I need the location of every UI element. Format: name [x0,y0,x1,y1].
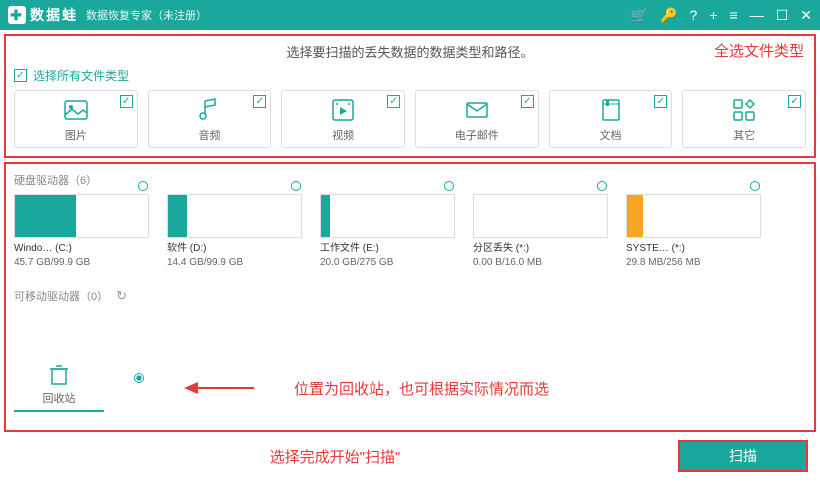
app-logo: ✚ 数据蛙 [8,5,78,25]
checkbox-icon: ✓ [521,95,534,108]
type-label: 文档 [600,127,622,143]
type-icon [63,97,89,123]
drive-0[interactable]: Windo… (C:)45.7 GB/99.9 GB [14,194,149,270]
type-icon [731,97,757,123]
maximize-icon[interactable]: ☐ [776,7,789,24]
recycle-radio-selected[interactable] [134,373,144,383]
checkbox-icon: ✓ [788,95,801,108]
refresh-icon[interactable]: ↻ [116,288,127,304]
type-card-4[interactable]: ✓ 文档 [549,90,673,148]
drive-1[interactable]: 软件 (D:)14.4 GB/99.9 GB [167,194,302,270]
type-label: 其它 [733,127,755,143]
type-icon [598,97,624,123]
drive-usage: 45.7 GB/99.9 GB [14,256,149,270]
recycle-bin-option[interactable]: 回收站 [14,364,104,412]
drive-radio[interactable] [444,181,454,191]
select-all-label: 选择所有文件类型 [33,67,129,84]
menu-icon[interactable]: ≡ [730,7,738,23]
type-label: 音频 [199,127,221,143]
location-panel: 硬盘驱动器（6） Windo… (C:)45.7 GB/99.9 GB软件 (D… [4,162,816,432]
drive-name: Windo… (C:) [14,242,149,256]
drive-radio[interactable] [597,181,607,191]
brand-text: 数据蛙 [30,5,78,25]
app-subtitle: 数据恢复专家（未注册） [86,7,207,23]
drive-radio[interactable] [291,181,301,191]
titlebar-controls: 🛒 🔑 ? + ≡ — ☐ ✕ [631,7,812,24]
drive-usage: 20.0 GB/275 GB [320,256,455,270]
footer: 选择完成开始"扫描" 扫描 [4,436,816,476]
type-label: 图片 [65,127,87,143]
drive-usage: 0.00 B/16.0 MB [473,256,608,270]
type-icon [464,97,490,123]
drive-usage: 14.4 GB/99.9 GB [167,256,302,270]
checkbox-icon: ✓ [14,69,27,82]
minimize-icon[interactable]: — [750,7,764,23]
checkbox-icon: ✓ [253,95,266,108]
drive-4[interactable]: SYSTE… (*:)29.8 MB/256 MB [626,194,761,270]
annotation-select-all: 全选文件类型 [714,40,804,61]
checkbox-icon: ✓ [654,95,667,108]
cart-icon[interactable]: 🛒 [631,7,648,24]
type-card-0[interactable]: ✓ 图片 [14,90,138,148]
help-icon[interactable]: ? [690,7,698,23]
type-label: 视频 [332,127,354,143]
titlebar: ✚ 数据蛙 数据恢复专家（未注册） 🛒 🔑 ? + ≡ — ☐ ✕ [0,0,820,30]
drive-2[interactable]: 工作文件 (E:)20.0 GB/275 GB [320,194,455,270]
drive-name: 工作文件 (E:) [320,242,455,256]
annotation-location: 位置为回收站，也可根据实际情况而选 [294,378,549,399]
scan-button[interactable]: 扫描 [678,440,808,472]
type-icon [197,97,223,123]
drive-name: 软件 (D:) [167,242,302,256]
type-label: 电子邮件 [455,127,499,143]
checkbox-icon: ✓ [120,95,133,108]
removable-section-header: 可移动驱动器（0） ↻ [14,288,806,304]
key-icon[interactable]: 🔑 [660,7,677,24]
type-card-5[interactable]: ✓ 其它 [682,90,806,148]
logo-icon: ✚ [8,6,26,24]
instruction-text: 选择要扫描的丢失数据的数据类型和路径。 [14,42,806,61]
select-all-checkbox[interactable]: ✓ 选择所有文件类型 [14,67,806,84]
type-icon [330,97,356,123]
arrow-left-icon [184,379,254,397]
annotation-start: 选择完成开始"扫描" [270,446,401,467]
hdd-section-header: 硬盘驱动器（6） [14,172,806,188]
drive-usage: 29.8 MB/256 MB [626,256,761,270]
recycle-label: 回收站 [43,390,76,406]
type-card-2[interactable]: ✓ 视频 [281,90,405,148]
drive-name: 分区丢失 (*:) [473,242,608,256]
type-card-1[interactable]: ✓ 音频 [148,90,272,148]
filetype-panel: 选择要扫描的丢失数据的数据类型和路径。 全选文件类型 ✓ 选择所有文件类型 ✓ 图… [4,34,816,158]
drive-3[interactable]: 分区丢失 (*:)0.00 B/16.0 MB [473,194,608,270]
drive-name: SYSTE… (*:) [626,242,761,256]
type-card-3[interactable]: ✓ 电子邮件 [415,90,539,148]
add-icon[interactable]: + [709,7,717,23]
trash-icon [49,364,69,386]
close-icon[interactable]: ✕ [800,7,812,24]
checkbox-icon: ✓ [387,95,400,108]
drive-radio[interactable] [138,181,148,191]
drive-radio[interactable] [750,181,760,191]
